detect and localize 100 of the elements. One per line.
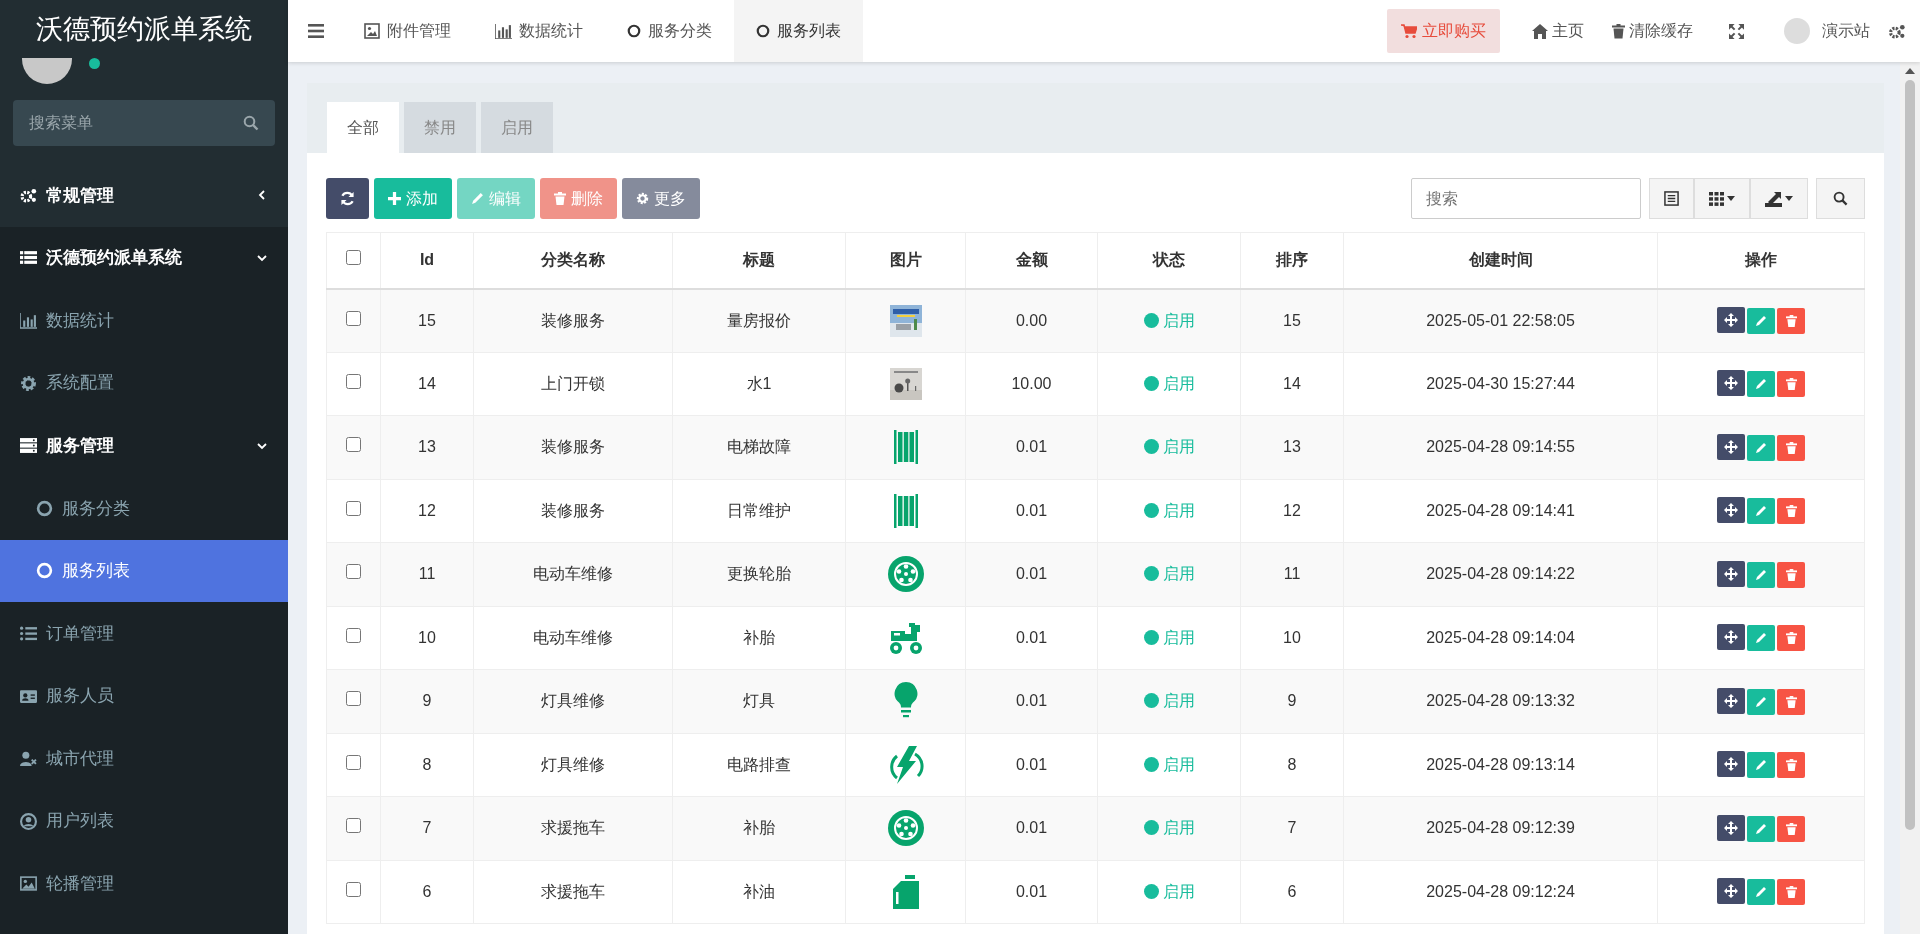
user-menu[interactable]: 演示站 [1766, 0, 1888, 62]
cart-icon [1401, 23, 1417, 39]
delete-button[interactable] [1777, 688, 1805, 715]
columns-button[interactable] [1694, 178, 1750, 219]
delete-button[interactable] [1777, 371, 1805, 398]
trash-icon [1785, 632, 1797, 645]
nav-tab[interactable]: 数据统计 [473, 0, 605, 62]
drag-button[interactable] [1717, 560, 1745, 587]
sidebar-item[interactable]: 订单管理 [0, 602, 288, 665]
trash-icon [1612, 23, 1625, 39]
avatar [1784, 18, 1810, 44]
menu-search-field[interactable]: 搜索菜单 [13, 100, 275, 146]
sidebar-item[interactable]: 城市代理 [0, 727, 288, 790]
home-icon [1532, 23, 1548, 39]
table-cell: 2025-04-28 09:13:14 [1343, 733, 1658, 797]
app-title: 沃德预约派单系统 [0, 0, 288, 58]
drag-button[interactable] [1717, 370, 1745, 397]
status-dot [1143, 312, 1159, 328]
drag-button[interactable] [1717, 624, 1745, 651]
tire-icon [887, 556, 924, 593]
table-cell: 0.01 [965, 796, 1098, 860]
drag-button[interactable] [1717, 751, 1745, 778]
sidebar-item[interactable]: 服务管理 [0, 414, 288, 477]
trash-icon [1785, 568, 1797, 581]
table-cell: 2025-04-28 09:14:22 [1343, 542, 1658, 606]
row-checkbox[interactable] [346, 373, 361, 389]
scroll-up-icon[interactable] [1905, 68, 1915, 74]
toggle-view-button[interactable] [1649, 178, 1694, 219]
row-checkbox[interactable] [346, 627, 361, 643]
more-button[interactable]: 更多 [622, 178, 700, 219]
delete-button[interactable] [1777, 498, 1805, 525]
column-header: 创建时间 [1343, 232, 1658, 289]
delete-button[interactable] [1777, 879, 1805, 906]
search-field[interactable]: 搜索 [1411, 178, 1641, 219]
row-checkbox[interactable] [346, 818, 361, 834]
drag-button[interactable] [1717, 878, 1745, 905]
move-icon [1724, 503, 1738, 518]
table-cell: 0.01 [965, 415, 1098, 479]
row-checkbox[interactable] [346, 500, 361, 516]
search-button[interactable] [1816, 178, 1865, 219]
sidebar-item[interactable]: 服务人员 [0, 664, 288, 728]
table-cell: 更换轮胎 [672, 542, 846, 606]
table-cell: 日常维护 [672, 479, 846, 543]
pencil-icon [1755, 695, 1767, 708]
table-cell: 0.00 [965, 288, 1098, 352]
sidebar-item[interactable]: 用户列表 [0, 789, 288, 853]
row-checkbox[interactable] [346, 754, 361, 770]
nav-tab[interactable]: 附件管理 [342, 0, 473, 62]
table-cell: 9 [1240, 669, 1344, 733]
delete-button[interactable] [1777, 752, 1805, 779]
table-cell: 2025-04-28 09:14:41 [1343, 479, 1658, 543]
table-cell: 电梯故障 [672, 415, 846, 479]
refresh-button[interactable] [326, 178, 369, 219]
pencil-icon [1755, 632, 1767, 645]
trash-icon [1785, 759, 1797, 772]
row-checkbox[interactable] [346, 437, 361, 453]
sidebar-item[interactable]: 系统配置 [0, 351, 288, 415]
status-label: 启用 [1162, 374, 1195, 392]
sidebar-item[interactable]: 服务分类 [0, 476, 288, 540]
delete-button[interactable] [1777, 625, 1805, 652]
list-icon [20, 249, 37, 267]
table-cell: 10 [380, 606, 474, 670]
sidebar-item[interactable]: 常规管理 [0, 164, 288, 227]
table-cell: 水1 [672, 352, 846, 416]
table-cell: 上门开锁 [473, 352, 673, 416]
elevator-icon [893, 430, 918, 465]
sidebar-item[interactable]: 服务列表 [0, 539, 288, 603]
user-circle-icon [20, 812, 37, 830]
table-cell: 10.00 [965, 352, 1098, 416]
delete-button[interactable] [1777, 308, 1805, 334]
pencil-icon [1755, 378, 1767, 391]
delete-button[interactable] [1777, 815, 1805, 842]
row-checkbox[interactable] [346, 310, 361, 326]
nav-link[interactable]: 主页 [1518, 0, 1598, 62]
drag-button[interactable] [1717, 814, 1745, 841]
nav-tab[interactable]: 服务分类 [605, 0, 734, 62]
drag-button[interactable] [1717, 433, 1745, 460]
drag-button[interactable] [1717, 497, 1745, 524]
row-checkbox[interactable] [346, 564, 361, 580]
sidebar-item[interactable]: 轮播管理 [0, 852, 288, 916]
drag-button[interactable] [1717, 307, 1745, 333]
scrollbar[interactable] [1900, 62, 1920, 934]
caret-icon [1727, 196, 1735, 201]
sidebar-item[interactable]: 沃德预约派单系统 [0, 226, 288, 290]
select-all-checkbox[interactable] [346, 250, 361, 266]
column-header: 分类名称 [473, 232, 673, 289]
nav-tab[interactable]: 服务列表 [734, 0, 863, 62]
row-checkbox[interactable] [346, 881, 361, 897]
status-dot [1143, 756, 1159, 772]
delete-button[interactable] [1777, 561, 1805, 588]
sidebar-item[interactable]: 数据统计 [0, 289, 288, 352]
delete-button[interactable] [1777, 434, 1805, 461]
nav-link[interactable]: 清除缓存 [1598, 0, 1707, 62]
table-cell: 12 [1240, 479, 1344, 543]
table-cell: 装修服务 [473, 288, 673, 352]
drag-button[interactable] [1717, 687, 1745, 714]
table-cell: 6 [380, 860, 474, 924]
filter-tab[interactable]: 全部 [327, 102, 399, 153]
export-button[interactable] [1750, 178, 1808, 219]
row-checkbox[interactable] [346, 691, 361, 707]
